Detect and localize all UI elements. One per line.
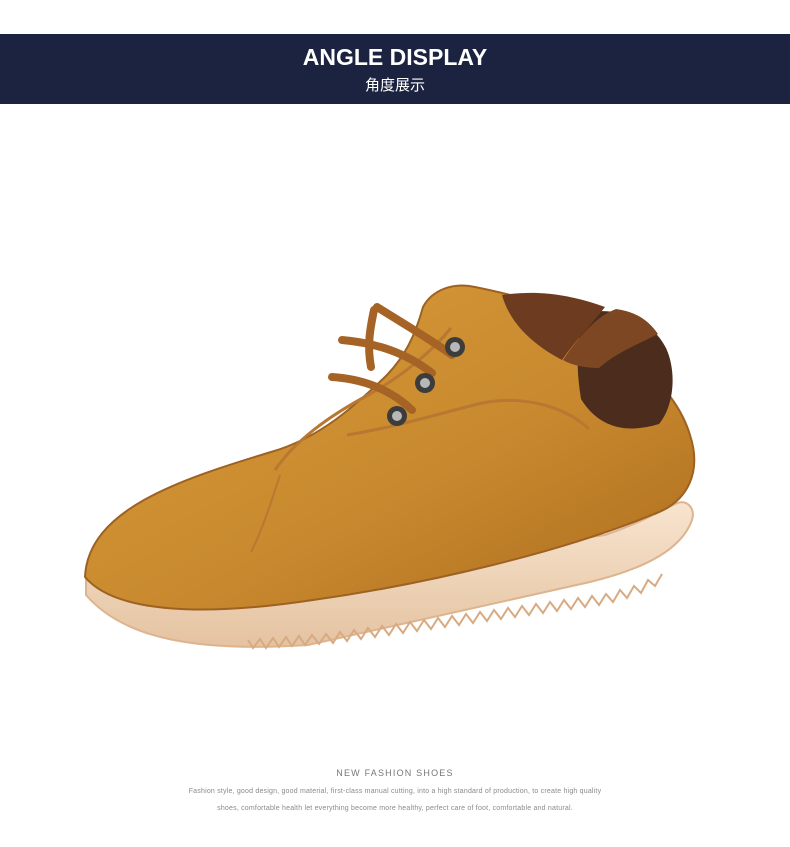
banner-title: ANGLE DISPLAY — [302, 44, 488, 70]
banner-subtitle: 角度展示 — [364, 77, 425, 94]
caption-description-line-2: shoes, comfortable health let everything… — [217, 805, 573, 812]
shoe-image — [83, 284, 696, 650]
caption-description-line-1: Fashion style, good design, good materia… — [188, 788, 602, 795]
product-detail-page: ANGLE DISPLAY 角度展示 NEW FASHION SHOES Fas… — [0, 0, 790, 847]
section-banner: ANGLE DISPLAY 角度展示 — [0, 34, 790, 104]
caption-title: NEW FASHION SHOES — [336, 768, 454, 778]
